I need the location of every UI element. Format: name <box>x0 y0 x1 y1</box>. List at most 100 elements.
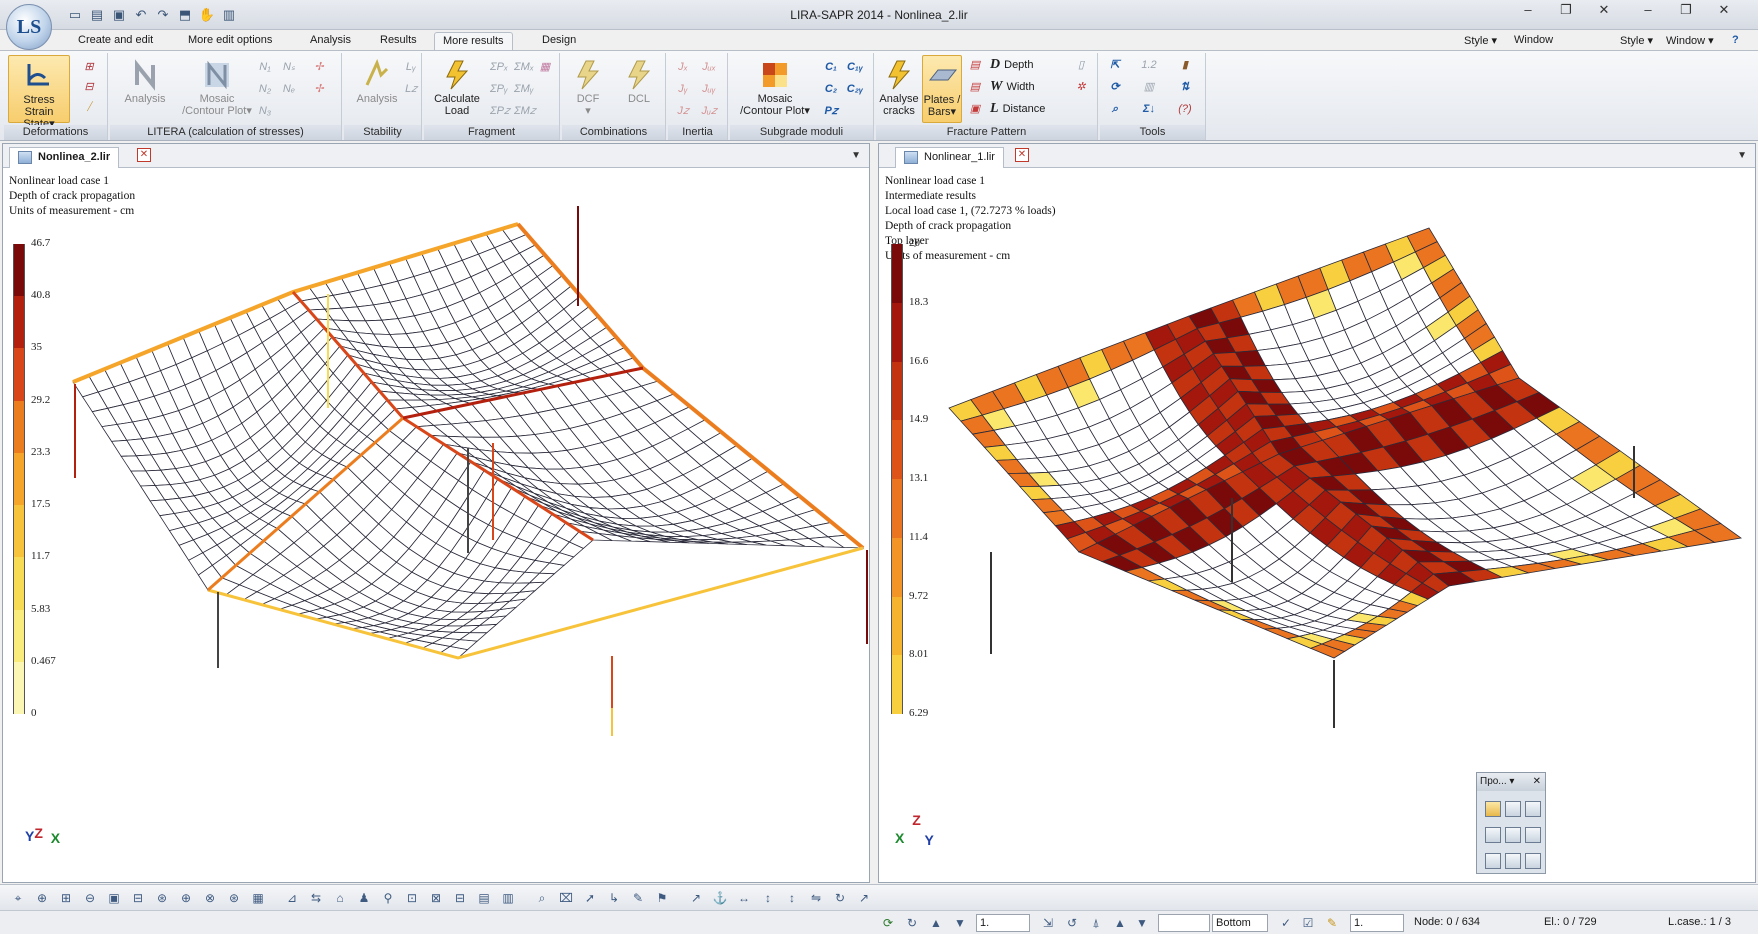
litera-analysis-button[interactable]: Analysis <box>114 55 176 123</box>
plates-bars-button[interactable]: Plates / Bars▾ <box>922 55 962 123</box>
swap-icon[interactable]: ⇋ <box>808 890 824 906</box>
flag-icon[interactable]: ⚑ <box>654 890 670 906</box>
table-icon[interactable]: ⊟ <box>452 890 468 906</box>
stability-analysis-button[interactable]: Analysis <box>346 55 408 123</box>
close-tab-icon[interactable]: ✕ <box>137 148 151 162</box>
style-menu[interactable]: Style ▾ <box>1464 34 1497 47</box>
node-label-icon[interactable]: ⍋ <box>1088 915 1104 931</box>
jux-icon[interactable]: Jᵤₓ <box>700 59 718 75</box>
tab-create-and-edit[interactable]: Create and edit <box>70 32 161 50</box>
lz-icon[interactable]: L𝑧 <box>402 81 420 97</box>
up-icon-2[interactable]: ▲ <box>1112 915 1128 931</box>
refresh-icon[interactable]: ⟳ <box>1106 79 1124 95</box>
mirror-icon[interactable]: ⇆ <box>308 890 324 906</box>
pan-icon[interactable]: ⊛ <box>154 890 170 906</box>
distance-view-icon[interactable]: ▣ <box>966 101 984 117</box>
zoom-fit-icon[interactable]: ⊟ <box>130 890 146 906</box>
clipboard-icon[interactable]: ▯ <box>1072 57 1090 73</box>
help-query-icon[interactable]: (?) <box>1176 101 1194 117</box>
juz-icon[interactable]: Jᵤ𝑧 <box>700 103 718 119</box>
fragment-settings-icon[interactable]: ▦ <box>536 59 554 75</box>
grid-icon[interactable]: ⊞ <box>58 890 74 906</box>
sum-pz-icon[interactable]: ΣP𝑧 <box>490 103 510 119</box>
left-document-tab[interactable]: Nonlinea_2.lir <box>9 147 120 168</box>
yz-icon[interactable]: ↕ <box>784 890 800 906</box>
c2-icon[interactable]: C₂ <box>822 81 840 97</box>
xz-icon[interactable]: ↔ <box>736 890 752 906</box>
projection-panel-header[interactable]: Про... ▾ ✕ <box>1477 773 1545 791</box>
zoom-out-icon[interactable]: ⊖ <box>82 890 98 906</box>
litera-mosaic-button[interactable]: Mosaic /Contour Plot▾ <box>180 55 254 123</box>
right-model-view[interactable] <box>879 168 1755 882</box>
down-icon-2[interactable]: ▼ <box>1134 915 1150 931</box>
n3-icon[interactable]: N₃ <box>256 103 274 119</box>
refresh-icon[interactable]: ⟳ <box>880 915 896 931</box>
columns-icon[interactable]: ▥ <box>500 890 516 906</box>
layer-select[interactable]: Bottom <box>1212 914 1268 932</box>
tab-more-results[interactable]: More results <box>434 32 513 50</box>
layers-icon[interactable]: ▤ <box>476 890 492 906</box>
ne-icon[interactable]: Nₑ <box>280 81 298 97</box>
view-bottom-icon[interactable] <box>1485 853 1501 869</box>
pencil-icon[interactable]: ✎ <box>630 890 646 906</box>
dcl-button[interactable]: DCL <box>614 55 664 123</box>
width-button[interactable]: W Width <box>988 78 1035 96</box>
view-front-icon[interactable] <box>1505 801 1521 817</box>
right-view-pane[interactable]: Nonlinear_1.lir ✕ ▼ Nonlinear load case … <box>878 143 1756 883</box>
cross-icon[interactable]: ⊠ <box>428 890 444 906</box>
sum-icon[interactable]: Σ↓ <box>1140 101 1158 117</box>
pointer-icon[interactable]: ⌖ <box>10 890 26 906</box>
arrows-2-icon[interactable]: ✢ <box>310 81 328 97</box>
zoom-in-icon[interactable]: ⊕ <box>178 890 194 906</box>
fit-icon[interactable]: ▣ <box>106 890 122 906</box>
flip-icon[interactable]: ⊿ <box>284 890 300 906</box>
scale-select-2[interactable]: 1. <box>1350 914 1404 932</box>
frame-2-icon[interactable]: ⊟ <box>80 79 98 95</box>
arrow-icon[interactable]: ➚ <box>582 890 598 906</box>
depth-view-icon[interactable]: ▤ <box>966 57 984 73</box>
help-icon[interactable]: ? <box>1732 34 1739 46</box>
view-top-icon[interactable] <box>1485 827 1501 843</box>
pz-icon[interactable]: P𝑧 <box>822 103 840 119</box>
check-icon[interactable]: ✓ <box>1278 915 1294 931</box>
select-node-icon[interactable]: ⇲ <box>1040 915 1056 931</box>
app-logo[interactable]: LS <box>6 4 52 50</box>
stress-strain-state-button[interactable]: Stress Strain State▾ <box>8 55 70 130</box>
scale-select[interactable]: 1. <box>976 914 1030 932</box>
width-view-icon[interactable]: ▤ <box>966 79 984 95</box>
tab-analysis[interactable]: Analysis <box>302 32 359 50</box>
fragment-icon[interactable]: ⌂ <box>332 890 348 906</box>
ly-icon[interactable]: Lᵧ <box>402 59 420 75</box>
view-back-icon[interactable] <box>1505 827 1521 843</box>
ns-icon[interactable]: Nₛ <box>280 59 298 75</box>
right-document-tab[interactable]: Nonlinear_1.lir <box>895 147 1004 168</box>
numbering-icon[interactable]: 1.2 <box>1140 57 1158 73</box>
subgrade-mosaic-button[interactable]: Mosaic /Contour Plot▾ <box>732 55 818 123</box>
c1-icon[interactable]: C₁ <box>822 59 840 75</box>
empty-select[interactable] <box>1158 914 1210 932</box>
view-persp-icon[interactable] <box>1525 853 1541 869</box>
rotate-view-icon[interactable]: ↻ <box>832 890 848 906</box>
up-icon[interactable]: ▲ <box>928 915 944 931</box>
view-side-icon[interactable] <box>1525 801 1541 817</box>
tab-more-edit-options[interactable]: More edit options <box>180 32 280 50</box>
view-iso-icon[interactable] <box>1485 801 1501 817</box>
restore-icon[interactable]: ❐ <box>1558 2 1574 18</box>
view-left-icon[interactable] <box>1525 827 1541 843</box>
pane-dropdown-icon[interactable]: ▼ <box>1737 150 1747 161</box>
jx-icon[interactable]: Jₓ <box>674 59 692 75</box>
jy-icon[interactable]: Jᵧ <box>674 81 692 97</box>
frame-icon[interactable]: ⊞ <box>80 59 98 75</box>
c2y-icon[interactable]: C₂ᵧ <box>846 81 864 97</box>
n1-icon[interactable]: N₁ <box>256 59 274 75</box>
sum-mx-icon[interactable]: ΣMₓ <box>514 59 534 75</box>
book-icon[interactable]: ▮ <box>1176 57 1194 73</box>
figure-icon[interactable]: ♟ <box>356 890 372 906</box>
projection-panel[interactable]: Про... ▾ ✕ <box>1476 772 1546 874</box>
minimize-icon[interactable]: ‒ <box>1640 2 1656 18</box>
window-menu-2[interactable]: Window ▾ <box>1666 34 1714 47</box>
ruler-icon[interactable]: ⧸ <box>80 99 98 115</box>
view-select-icon[interactable]: ⊛ <box>226 890 242 906</box>
check-filter-icon[interactable]: ☑ <box>1300 915 1316 931</box>
erase-icon[interactable]: ⌧ <box>558 890 574 906</box>
